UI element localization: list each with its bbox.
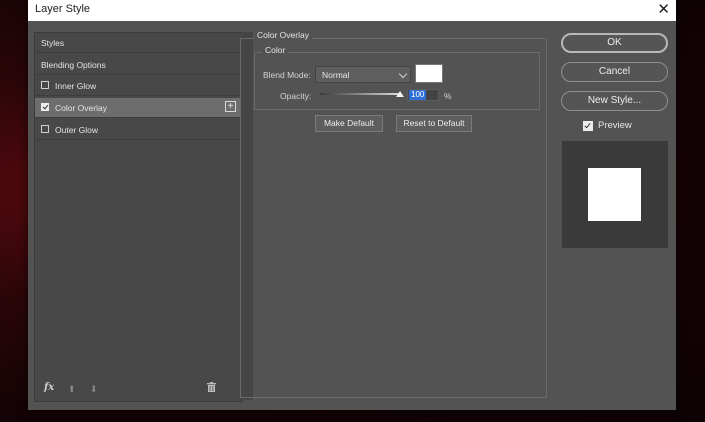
sidebar-item-outer-glow[interactable]: Outer Glow	[35, 120, 242, 140]
move-up-icon[interactable]: ⬆	[68, 384, 76, 395]
section-title: Color Overlay	[254, 30, 312, 40]
cancel-button[interactable]: Cancel	[561, 62, 668, 82]
add-effect-icon[interactable]: +	[225, 101, 236, 112]
sidebar-item-label: Inner Glow	[55, 81, 97, 91]
fx-icon[interactable]: fx	[44, 382, 54, 393]
ok-button[interactable]: OK	[561, 33, 668, 53]
preview-checkbox[interactable]	[583, 121, 593, 131]
title-bar: Layer Style ✕	[28, 0, 676, 21]
blend-mode-label: Blend Mode:	[263, 70, 311, 80]
opacity-label: Opacity:	[280, 91, 312, 101]
trash-icon[interactable]	[207, 382, 216, 392]
layer-style-dialog: Layer Style ✕ Styles Blending Options In…	[28, 0, 676, 410]
blend-mode-value: Normal	[322, 70, 350, 80]
reset-to-default-button[interactable]: Reset to Default	[396, 115, 472, 132]
preview-thumbnail	[562, 141, 668, 248]
close-icon[interactable]: ✕	[657, 1, 670, 19]
make-default-button[interactable]: Make Default	[315, 115, 383, 132]
sidebar-item-blending-options[interactable]: Blending Options	[35, 55, 242, 75]
styles-footer: fx ⬆ ⬇	[44, 382, 239, 396]
sidebar-header-label: Styles	[41, 38, 65, 48]
move-down-icon[interactable]: ⬇	[90, 384, 98, 395]
preview-swatch	[588, 168, 641, 221]
group-title: Color	[262, 45, 289, 55]
new-style-button[interactable]: New Style...	[561, 91, 668, 111]
color-overlay-checkbox[interactable]	[41, 103, 49, 111]
opacity-slider-track[interactable]	[320, 93, 400, 95]
opacity-value: 100	[409, 90, 427, 100]
blend-mode-select[interactable]: Normal	[315, 66, 411, 83]
inner-glow-checkbox[interactable]	[41, 81, 49, 89]
sidebar-item-styles[interactable]: Styles	[35, 33, 242, 53]
opacity-slider-handle[interactable]	[396, 91, 404, 97]
sidebar-item-color-overlay[interactable]: Color Overlay +	[35, 98, 242, 118]
dialog-title: Layer Style	[35, 3, 91, 15]
preview-label: Preview	[598, 120, 632, 131]
sidebar-item-label: Outer Glow	[55, 125, 98, 135]
sidebar-item-inner-glow[interactable]: Inner Glow	[35, 76, 242, 96]
styles-panel: Styles Blending Options Inner Glow Color…	[34, 32, 243, 402]
sidebar-item-label: Blending Options	[41, 60, 106, 70]
opacity-input[interactable]: 100	[407, 89, 439, 101]
outer-glow-checkbox[interactable]	[41, 125, 49, 133]
color-swatch[interactable]	[415, 64, 443, 83]
sidebar-item-label: Color Overlay	[55, 103, 107, 113]
chevron-down-icon	[398, 69, 408, 79]
opacity-unit: %	[444, 91, 452, 101]
